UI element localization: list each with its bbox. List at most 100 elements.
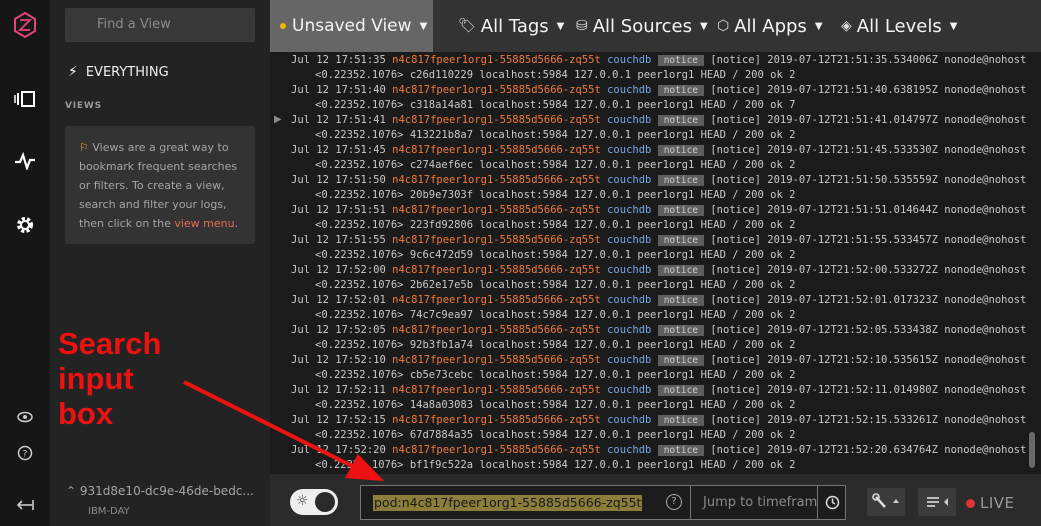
log-entry[interactable]: Jul 12 17:52:10 n4c817fpeer1org1-55885d5…: [285, 353, 1026, 383]
log-timestamp: Jul 12 17:52:01: [291, 294, 386, 306]
search-query: pod:n4c817fpeer1org1-55885d5666-zq55t: [373, 495, 643, 511]
views-help-box: ⚐ Views are a great way to bookmark freq…: [65, 126, 255, 244]
timeframe-button[interactable]: [817, 485, 846, 520]
live-toggle[interactable]: LIVE: [966, 494, 1015, 512]
log-level-badge: notice: [657, 325, 705, 336]
views-help-end: .: [234, 217, 239, 230]
clock-icon: [825, 495, 840, 510]
log-entry[interactable]: Jul 12 17:51:50 n4c817fpeer1org1-55885d5…: [285, 173, 1026, 203]
log-continuation: <0.22352.1076> c318a14a81 localhost:5984…: [315, 99, 796, 111]
sources-filter-label: All Sources: [592, 15, 692, 37]
everything-item[interactable]: ⚡ EVERYTHING: [68, 64, 169, 80]
log-app: couchdb: [607, 384, 652, 396]
log-pod: n4c817fpeer1org1-55885d5666-zq55t: [392, 324, 601, 336]
log-continuation: <0.22352.1076> 2b62e17e5b localhost:5984…: [315, 279, 796, 291]
chevron-up-icon: ⌃: [66, 484, 77, 498]
view-selector[interactable]: Unsaved View ▼: [270, 0, 433, 52]
log-message: [notice] 2019-07-12T21:52:15.533261Z non…: [704, 414, 1026, 426]
current-view[interactable]: ⌃ 931d8e10-dc9e-46de-bedc...: [66, 484, 254, 498]
bottom-toolbar: ☼ pod:n4c817fpeer1org1-55885d5666-zq55t …: [270, 474, 1041, 526]
log-entry[interactable]: Jul 12 17:51:51 n4c817fpeer1org1-55885d5…: [285, 203, 1026, 233]
find-view-input[interactable]: Find a View: [65, 8, 255, 42]
search-input[interactable]: pod:n4c817fpeer1org1-55885d5666-zq55t ?: [360, 485, 691, 520]
gear-icon[interactable]: [0, 212, 50, 238]
log-continuation: <0.22352.1076> bf1f9c522a localhost:5984…: [315, 459, 796, 471]
log-entry[interactable]: Jul 12 17:52:15 n4c817fpeer1org1-55885d5…: [285, 413, 1026, 443]
live-label: LIVE: [980, 494, 1015, 512]
log-level-badge: notice: [657, 145, 705, 156]
help-icon[interactable]: ?: [666, 494, 682, 510]
log-timestamp: Jul 12 17:52:05: [291, 324, 386, 336]
log-level-badge: notice: [657, 205, 705, 216]
levels-filter[interactable]: ◈ All Levels ▼: [841, 0, 957, 52]
graph-icon[interactable]: [0, 148, 50, 174]
logout-icon[interactable]: [0, 494, 50, 516]
log-message: [notice] 2019-07-12T21:52:05.533438Z non…: [704, 324, 1026, 336]
log-entry[interactable]: Jul 12 17:51:41 n4c817fpeer1org1-55885d5…: [285, 113, 1026, 143]
log-entry[interactable]: Jul 12 17:52:20 n4c817fpeer1org1-55885d5…: [285, 443, 1026, 473]
log-pod: n4c817fpeer1org1-55885d5666-zq55t: [392, 414, 601, 426]
log-app: couchdb: [607, 204, 652, 216]
log-pod: n4c817fpeer1org1-55885d5666-zq55t: [392, 54, 601, 66]
log-viewer[interactable]: Jul 12 17:51:35 n4c817fpeer1org1-55885d5…: [285, 52, 1026, 475]
log-app: couchdb: [607, 54, 652, 66]
log-app: couchdb: [607, 144, 652, 156]
log-level-badge: notice: [657, 175, 705, 186]
log-pod: n4c817fpeer1org1-55885d5666-zq55t: [392, 444, 601, 456]
log-message: [notice] 2019-07-12T21:52:01.017323Z non…: [704, 294, 1026, 306]
everything-label: EVERYTHING: [85, 64, 169, 80]
caret-down-icon: ▼: [949, 20, 958, 32]
log-continuation: <0.22352.1076> c26d110229 localhost:5984…: [315, 69, 796, 81]
log-app: couchdb: [607, 414, 652, 426]
log-pod: n4c817fpeer1org1-55885d5666-zq55t: [392, 84, 601, 96]
help-icon[interactable]: ?: [0, 442, 50, 464]
view-menu-link[interactable]: view menu: [174, 217, 234, 230]
annotation-label: Search input box: [58, 326, 161, 431]
log-scrollbar[interactable]: [1029, 432, 1035, 468]
log-entry[interactable]: Jul 12 17:52:05 n4c817fpeer1org1-55885d5…: [285, 323, 1026, 353]
log-timestamp: Jul 12 17:52:00: [291, 264, 386, 276]
caret-down-icon: ▼: [556, 20, 565, 32]
annotation-line: input: [58, 361, 134, 396]
log-level-badge: notice: [657, 355, 705, 366]
log-entry[interactable]: Jul 12 17:52:01 n4c817fpeer1org1-55885d5…: [285, 293, 1026, 323]
levels-filter-label: All Levels: [856, 15, 942, 37]
log-entry[interactable]: Jul 12 17:52:11 n4c817fpeer1org1-55885d5…: [285, 383, 1026, 413]
log-continuation: <0.22352.1076> 20b9e7303f localhost:5984…: [315, 189, 796, 201]
log-message: [notice] 2019-07-12T21:52:00.533272Z non…: [704, 264, 1026, 276]
log-timestamp: Jul 12 17:51:35: [291, 54, 386, 66]
toggle-knob: [315, 492, 335, 512]
views-icon[interactable]: [0, 86, 50, 112]
log-app: couchdb: [607, 234, 652, 246]
log-pod: n4c817fpeer1org1-55885d5666-zq55t: [392, 144, 601, 156]
apps-filter[interactable]: ⬡ All Apps ▼: [717, 0, 823, 52]
log-timestamp: Jul 12 17:51:40: [291, 84, 386, 96]
sources-filter[interactable]: ⛁ All Sources ▼: [576, 0, 708, 52]
view-options-button[interactable]: [918, 488, 956, 516]
log-level-badge: notice: [657, 55, 705, 66]
unsaved-dot: [280, 23, 286, 29]
log-app: couchdb: [607, 354, 652, 366]
log-continuation: <0.22352.1076> 223fd92806 localhost:5984…: [315, 219, 796, 231]
log-timestamp: Jul 12 17:52:10: [291, 354, 386, 366]
log-entry[interactable]: Jul 12 17:52:00 n4c817fpeer1org1-55885d5…: [285, 263, 1026, 293]
log-pod: n4c817fpeer1org1-55885d5666-zq55t: [392, 114, 601, 126]
apps-filter-label: All Apps: [734, 15, 807, 37]
log-level-badge: notice: [657, 235, 705, 246]
tags-filter[interactable]: 🏷 All Tags ▼: [458, 0, 564, 52]
log-level-badge: notice: [657, 115, 705, 126]
log-entry[interactable]: Jul 12 17:51:35 n4c817fpeer1org1-55885d5…: [285, 53, 1026, 83]
theme-toggle[interactable]: ☼: [290, 489, 338, 515]
log-timestamp: Jul 12 17:51:55: [291, 234, 386, 246]
log-level-badge: notice: [657, 385, 705, 396]
log-pod: n4c817fpeer1org1-55885d5666-zq55t: [392, 354, 601, 366]
log-entry[interactable]: Jul 12 17:51:40 n4c817fpeer1org1-55885d5…: [285, 83, 1026, 113]
logo-icon[interactable]: [0, 8, 50, 42]
log-entry[interactable]: Jul 12 17:51:55 n4c817fpeer1org1-55885d5…: [285, 233, 1026, 263]
log-entry[interactable]: Jul 12 17:51:45 n4c817fpeer1org1-55885d5…: [285, 143, 1026, 173]
jump-to-timeframe-input[interactable]: Jump to timeframe: [690, 485, 818, 520]
log-level-badge: notice: [657, 415, 705, 426]
eye-icon[interactable]: [0, 406, 50, 428]
expand-arrow-icon[interactable]: ▶: [274, 114, 282, 125]
tools-menu-button[interactable]: [867, 488, 905, 516]
